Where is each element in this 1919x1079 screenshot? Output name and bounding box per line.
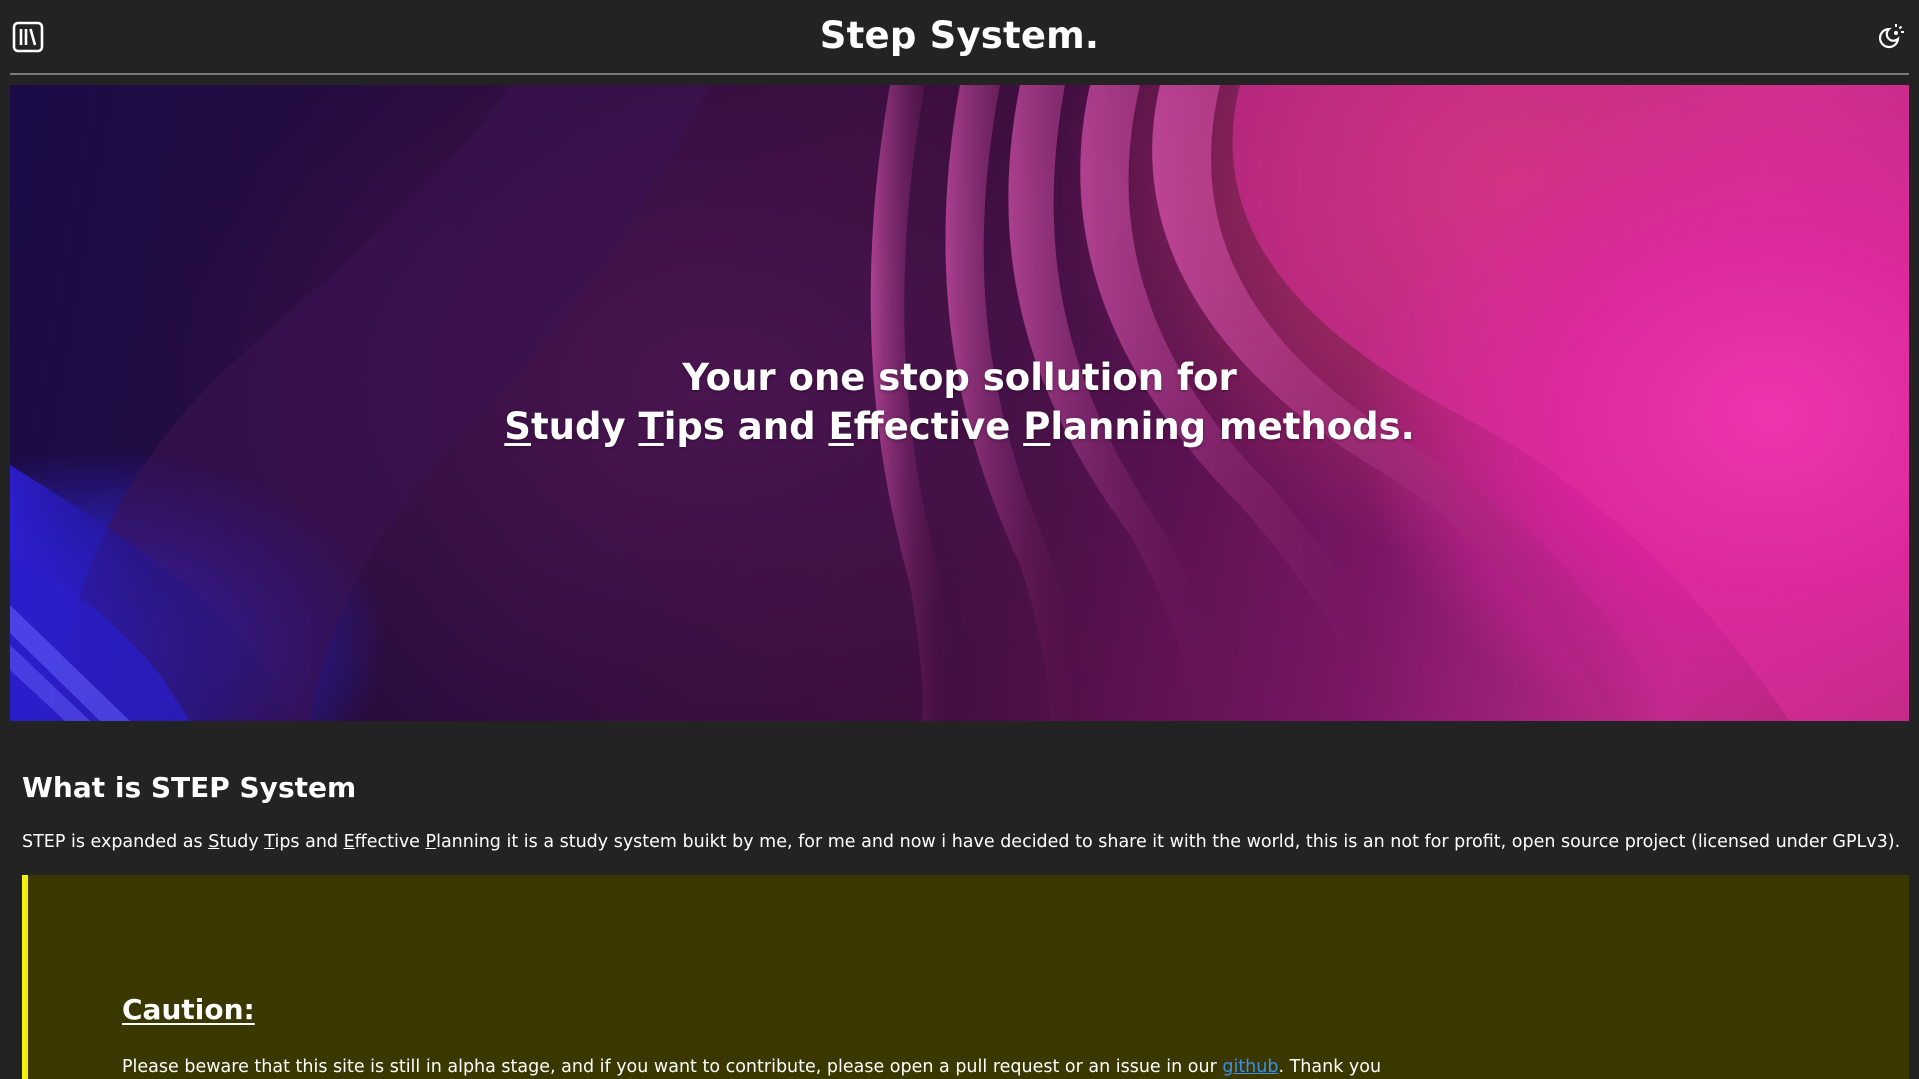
hero-line-1: Your one stop sollution for bbox=[682, 356, 1237, 399]
hero-headline: Your one stop sollution for Study Tips a… bbox=[10, 353, 1909, 451]
about-initial-s: S bbox=[208, 832, 220, 852]
hero-initial-e: E bbox=[828, 405, 854, 448]
caution-text-after: . Thank you bbox=[1278, 1057, 1382, 1077]
about-text-suffix: it is a study system buikt by me, for me… bbox=[500, 832, 1901, 852]
theme-toggle-icon[interactable] bbox=[1875, 22, 1905, 52]
about-initial-e: E bbox=[343, 832, 355, 852]
about-paragraph: STEP is expanded as Study Tips and Effec… bbox=[22, 832, 1900, 852]
caution-text: Please beware that this site is still in… bbox=[122, 1057, 1381, 1077]
hero-initial-p: P bbox=[1023, 405, 1051, 448]
hero-initial-s: S bbox=[504, 405, 531, 448]
caution-text-before: Please beware that this site is still in… bbox=[122, 1057, 1223, 1077]
github-link[interactable]: github bbox=[1222, 1057, 1278, 1077]
hero-line-2: Study Tips and Effective Planning method… bbox=[10, 402, 1909, 451]
hero-word-planning: lanning methods. bbox=[1050, 405, 1415, 448]
caution-callout: Caution: Please beware that this site is… bbox=[22, 875, 1909, 1079]
about-initial-t: T bbox=[264, 832, 275, 852]
header-divider bbox=[10, 73, 1909, 75]
about-initial-p: P bbox=[425, 832, 437, 852]
top-bar: Step System. bbox=[0, 0, 1919, 74]
hero-word-tips: ips and bbox=[663, 405, 829, 448]
about-heading: What is STEP System bbox=[22, 771, 357, 804]
hero-banner: Your one stop sollution for Study Tips a… bbox=[10, 85, 1909, 721]
about-word-tips: ips and bbox=[274, 832, 344, 852]
caution-heading: Caution: bbox=[122, 993, 255, 1026]
site-title[interactable]: Step System. bbox=[0, 14, 1919, 57]
about-word-planning: lanning bbox=[436, 832, 501, 852]
about-text-prefix: STEP is expanded as bbox=[22, 832, 209, 852]
hero-word-study: tudy bbox=[530, 405, 639, 448]
hero-word-effective: ffective bbox=[853, 405, 1024, 448]
about-word-study: tudy bbox=[219, 832, 265, 852]
hero-initial-t: T bbox=[638, 405, 664, 448]
about-word-effective: ffective bbox=[354, 832, 426, 852]
